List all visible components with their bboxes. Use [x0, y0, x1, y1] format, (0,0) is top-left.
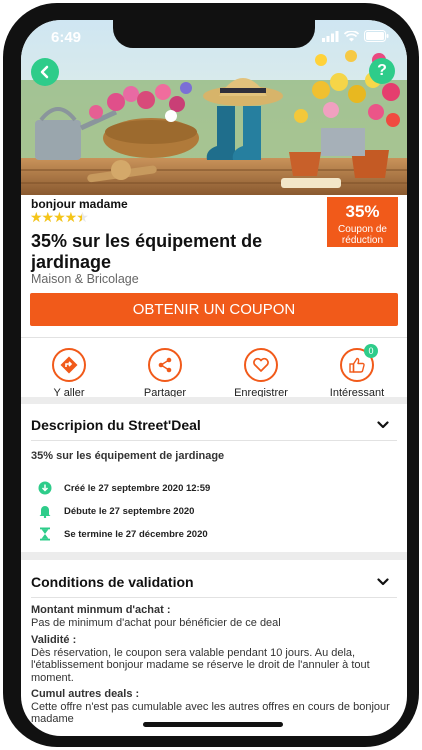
status-icons — [322, 30, 389, 42]
divider — [31, 597, 397, 598]
chevron-down-icon[interactable] — [377, 420, 389, 430]
question-icon: ? — [377, 62, 387, 79]
status-time: 6:49 — [51, 29, 82, 46]
thumbs-up-icon — [349, 357, 365, 373]
notch — [113, 20, 315, 48]
condition-heading: Montant minmum d'achat : — [31, 604, 171, 616]
battery-icon — [364, 30, 389, 42]
home-indicator[interactable] — [143, 722, 283, 727]
download-icon — [38, 481, 52, 495]
action-like-circle: 0 — [340, 344, 378, 382]
deal-title: 35% sur les équipement de jardinage — [31, 231, 263, 272]
start-date-text: Débute le 27 septembre 2020 — [64, 505, 195, 517]
heart-icon — [253, 357, 269, 372]
badge-label-2: réduction — [341, 235, 384, 246]
divider — [31, 440, 397, 441]
description-title[interactable]: Descripion du Street'Deal — [31, 417, 201, 433]
created-date: Créé le 27 septembre 2020 12:59 — [38, 481, 210, 495]
directions-icon — [60, 356, 78, 374]
chevron-left-icon — [40, 65, 49, 79]
description-text: 35% sur les équipement de jardinage — [31, 450, 225, 462]
phone-frame: 6:49 ? bonjour madame ★★★★★ ★★★★ 35% Cou… — [3, 3, 419, 747]
end-date: Se termine le 27 décembre 2020 — [38, 527, 208, 541]
like-count-badge: 0 — [364, 344, 378, 358]
action-save-circle — [244, 348, 278, 382]
action-like[interactable]: 0 Intéressant — [317, 344, 397, 399]
phone-screen: 6:49 ? bonjour madame ★★★★★ ★★★★ 35% Cou… — [21, 20, 407, 736]
action-go-circle — [52, 348, 86, 382]
conditions-title[interactable]: Conditions de validation — [31, 574, 194, 590]
condition-cumulation: Cumul autres deals : Cette offre n'est p… — [31, 688, 399, 726]
deal-category: Maison & Bricolage — [31, 272, 139, 286]
help-button[interactable]: ? — [369, 58, 395, 84]
share-icon — [158, 357, 172, 373]
condition-text: Dès réservation, le coupon sera valable … — [31, 646, 370, 684]
start-date: Débute le 27 septembre 2020 — [38, 504, 194, 518]
signal-icon — [322, 30, 339, 42]
divider — [21, 337, 407, 338]
section-spacer — [21, 397, 407, 404]
bell-icon — [39, 506, 51, 518]
stars-full: ★★★★★ ★★★★★ — [30, 209, 89, 225]
chevron-down-icon[interactable] — [377, 577, 389, 587]
badge-label-1: Coupon de — [338, 224, 387, 235]
rating-stars: ★★★★★ ★★★★★ — [30, 209, 89, 226]
action-share[interactable]: Partager — [125, 348, 205, 399]
discount-badge: 35% Coupon de réduction — [327, 197, 398, 247]
created-date-text: Créé le 27 septembre 2020 12:59 — [64, 482, 211, 494]
badge-percent: 35% — [345, 202, 380, 221]
action-save[interactable]: Enregistrer — [221, 348, 301, 399]
stars-fill: ★★★★★ — [30, 209, 82, 225]
condition-validity: Validité : Dès réservation, le coupon se… — [31, 634, 399, 684]
get-coupon-button[interactable]: OBTENIR UN COUPON — [30, 293, 398, 326]
condition-heading: Validité : — [31, 634, 77, 646]
wifi-icon — [344, 30, 359, 41]
back-button[interactable] — [31, 58, 59, 86]
action-share-circle — [148, 348, 182, 382]
end-date-text: Se termine le 27 décembre 2020 — [64, 528, 208, 540]
section-spacer — [21, 552, 407, 560]
condition-min-purchase: Montant minmum d'achat : Pas de minimum … — [31, 604, 399, 629]
condition-text: Pas de minimum d'achat pour bénéficier d… — [31, 616, 281, 629]
hourglass-icon — [40, 527, 50, 541]
action-go[interactable]: Y aller — [29, 348, 109, 399]
condition-heading: Cumul autres deals : — [31, 688, 140, 700]
